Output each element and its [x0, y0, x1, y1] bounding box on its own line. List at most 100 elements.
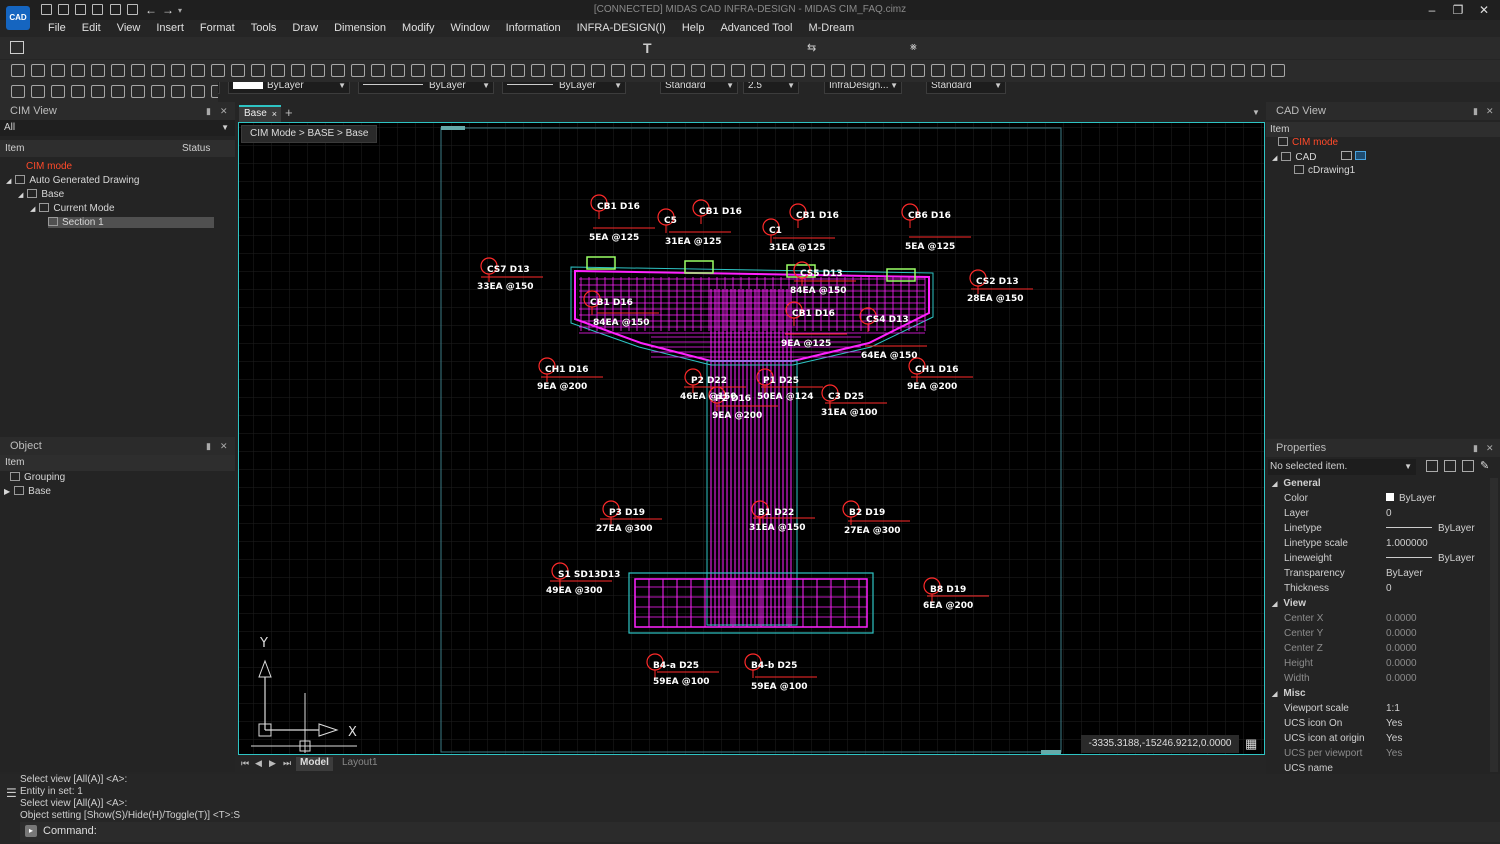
- cad-item-cim-mode[interactable]: CIM mode: [1278, 137, 1338, 148]
- draw-tool-icon[interactable]: [1091, 64, 1105, 77]
- next-layout-icon[interactable]: ▶: [269, 758, 276, 769]
- plot-preview-icon[interactable]: [127, 4, 138, 15]
- draw-tool-icon[interactable]: [471, 64, 485, 77]
- prop-row[interactable]: Width 0.0000: [1284, 673, 1484, 688]
- draw-tool-icon[interactable]: [1251, 64, 1265, 77]
- prop-row[interactable]: Lineweight ByLayer: [1284, 553, 1484, 568]
- select-objects-icon[interactable]: [1444, 460, 1456, 472]
- menu-modify[interactable]: Modify: [394, 20, 442, 36]
- pin-icon[interactable]: ▮: [1473, 439, 1478, 457]
- pin-icon[interactable]: ▮: [1473, 102, 1478, 120]
- draw-tool-icon[interactable]: [811, 64, 825, 77]
- draw-tool-icon[interactable]: [651, 64, 665, 77]
- draw-tool-icon[interactable]: [1271, 64, 1285, 77]
- layer-manager-icon[interactable]: [10, 41, 24, 54]
- breadcrumb[interactable]: CIM Mode > BASE > Base: [241, 125, 378, 143]
- draw-tool-icon[interactable]: [691, 64, 705, 77]
- view-tool-icon[interactable]: [171, 85, 185, 98]
- print-icon[interactable]: [110, 4, 121, 15]
- tab-layout1[interactable]: Layout1: [342, 757, 378, 768]
- last-layout-icon[interactable]: ⏭: [283, 758, 291, 769]
- view-tool-icon[interactable]: [91, 85, 105, 98]
- quick-access-dropdown-icon[interactable]: ▾: [178, 6, 182, 15]
- prop-row[interactable]: Center Z 0.0000: [1284, 643, 1484, 658]
- draw-tool-icon[interactable]: [51, 64, 65, 77]
- pick-add-icon[interactable]: [1462, 460, 1474, 472]
- prop-row[interactable]: Height 0.0000: [1284, 658, 1484, 673]
- prop-category-misc[interactable]: ◢ Misc: [1272, 688, 1306, 699]
- menu-view[interactable]: View: [109, 20, 149, 36]
- menu-information[interactable]: Information: [498, 20, 569, 36]
- draw-tool-icon[interactable]: [1211, 64, 1225, 77]
- menu-advanced-tool[interactable]: Advanced Tool: [712, 20, 800, 36]
- draw-tool-icon[interactable]: [1071, 64, 1085, 77]
- draw-tool-icon[interactable]: [171, 64, 185, 77]
- menu-window[interactable]: Window: [442, 20, 497, 36]
- visibility-icon[interactable]: [1341, 151, 1353, 160]
- draw-tool-icon[interactable]: [631, 64, 645, 77]
- view-tool-icon[interactable]: [11, 85, 25, 98]
- cim-tree-item[interactable]: CIM mode: [26, 161, 72, 172]
- draw-tool-icon[interactable]: [1051, 64, 1065, 77]
- menu-format[interactable]: Format: [192, 20, 243, 36]
- prop-row[interactable]: Transparency ByLayer: [1284, 568, 1484, 583]
- draw-tool-icon[interactable]: [591, 64, 605, 77]
- draw-tool-icon[interactable]: [951, 64, 965, 77]
- prop-row[interactable]: UCS per viewport Yes: [1284, 748, 1484, 763]
- restore-button[interactable]: ❐: [1446, 2, 1470, 18]
- draw-tool-icon[interactable]: [11, 64, 25, 77]
- draw-tool-icon[interactable]: [531, 64, 545, 77]
- draw-tool-icon[interactable]: [731, 64, 745, 77]
- draw-tool-icon[interactable]: [571, 64, 585, 77]
- draw-tool-icon[interactable]: [751, 64, 765, 77]
- close-panel-icon[interactable]: ✕: [1486, 102, 1494, 120]
- draw-tool-icon[interactable]: [1151, 64, 1165, 77]
- cad-item-cdrawing1[interactable]: cDrawing1: [1294, 165, 1355, 176]
- draw-tool-icon[interactable]: [551, 64, 565, 77]
- view-tool-icon[interactable]: [111, 85, 125, 98]
- draw-tool-icon[interactable]: [291, 64, 305, 77]
- prop-row[interactable]: Thickness 0: [1284, 583, 1484, 598]
- draw-tool-icon[interactable]: [891, 64, 905, 77]
- draw-tool-icon[interactable]: [91, 64, 105, 77]
- close-button[interactable]: ✕: [1472, 2, 1496, 18]
- draw-tool-icon[interactable]: [831, 64, 845, 77]
- draw-tool-icon[interactable]: [431, 64, 445, 77]
- tab-model[interactable]: Model: [296, 757, 333, 771]
- collapse-icon[interactable]: ◢: [18, 192, 23, 199]
- draw-tool-icon[interactable]: [931, 64, 945, 77]
- new-tab-button[interactable]: +: [285, 105, 293, 120]
- view-tool-icon[interactable]: [51, 85, 65, 98]
- menu-insert[interactable]: Insert: [148, 20, 192, 36]
- draw-tool-icon[interactable]: [771, 64, 785, 77]
- pin-icon[interactable]: ▮: [206, 102, 211, 120]
- prop-row[interactable]: Linetype scale 1.000000: [1284, 538, 1484, 553]
- minimize-button[interactable]: –: [1420, 2, 1444, 18]
- close-panel-icon[interactable]: ✕: [1486, 439, 1494, 457]
- first-layout-icon[interactable]: ⏮: [241, 758, 249, 769]
- draw-tool-icon[interactable]: [911, 64, 925, 77]
- properties-scrollbar[interactable]: [1490, 478, 1498, 772]
- menu-edit[interactable]: Edit: [74, 20, 109, 36]
- match-properties-icon[interactable]: ✎: [1480, 460, 1492, 472]
- cim-tree-item[interactable]: ◢ Base: [18, 189, 64, 200]
- draw-tool-icon[interactable]: [1031, 64, 1045, 77]
- view-tool-icon[interactable]: [191, 85, 205, 98]
- cim-tree-item[interactable]: Section 1: [48, 217, 214, 228]
- collapse-icon[interactable]: ◢: [6, 178, 11, 185]
- draw-tool-icon[interactable]: [151, 64, 165, 77]
- menu-draw[interactable]: Draw: [284, 20, 326, 36]
- cad-item-cad[interactable]: ◢ CAD: [1272, 151, 1367, 163]
- draw-tool-icon[interactable]: [1131, 64, 1145, 77]
- draw-tool-icon[interactable]: [491, 64, 505, 77]
- active-icon[interactable]: [1355, 151, 1367, 160]
- cim-filter-dropdown[interactable]: All ▼: [0, 120, 235, 136]
- prop-row[interactable]: Viewport scale 1:1: [1284, 703, 1484, 718]
- draw-tool-icon[interactable]: [511, 64, 525, 77]
- draw-tool-icon[interactable]: [31, 64, 45, 77]
- prop-row[interactable]: Center X 0.0000: [1284, 613, 1484, 628]
- draw-tool-icon[interactable]: [351, 64, 365, 77]
- draw-tool-icon[interactable]: [311, 64, 325, 77]
- draw-tool-icon[interactable]: [1231, 64, 1245, 77]
- draw-tool-icon[interactable]: [971, 64, 985, 77]
